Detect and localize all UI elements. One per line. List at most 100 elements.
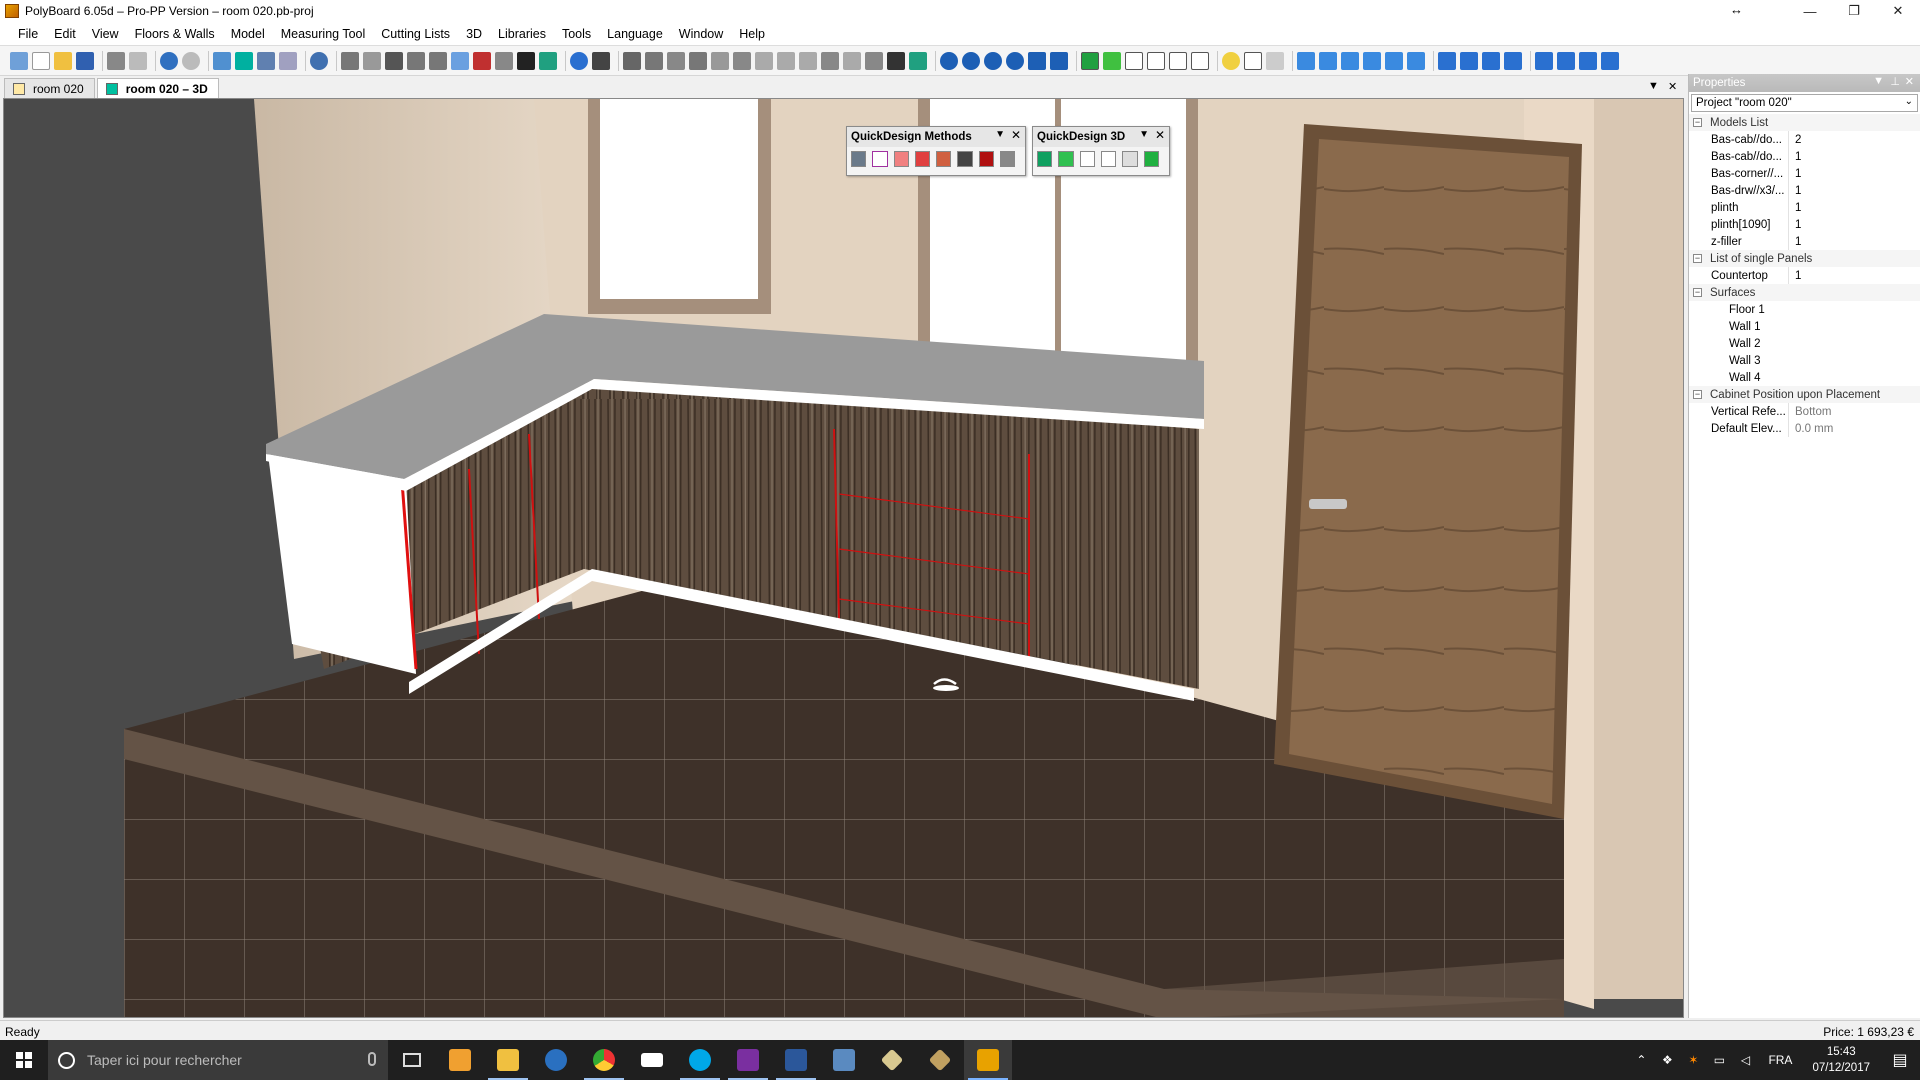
taskbar-app-explorer[interactable] [484, 1040, 532, 1080]
new-file-icon[interactable] [32, 51, 50, 70]
delete-icon[interactable] [957, 151, 973, 167]
arrow-right-icon[interactable] [865, 51, 883, 70]
restore-button[interactable]: ❐ [1832, 0, 1876, 22]
shelves-icon[interactable] [893, 151, 909, 167]
taskbar-app-video[interactable] [436, 1040, 484, 1080]
iso-view-8-icon[interactable] [1601, 51, 1619, 70]
collapse-icon[interactable]: − [1693, 390, 1702, 399]
iso-view-4-icon[interactable] [1504, 51, 1522, 70]
render-solid-icon[interactable] [1081, 51, 1099, 70]
print-icon[interactable] [107, 51, 125, 70]
collapse-icon[interactable]: − [1693, 254, 1702, 263]
taskbar-app-onenote[interactable] [724, 1040, 772, 1080]
3d-highlight-icon[interactable] [1143, 151, 1159, 167]
chevron-down-icon[interactable]: ▼ [995, 129, 1005, 140]
frame-icon[interactable] [711, 51, 729, 70]
undo-icon[interactable] [160, 51, 178, 70]
menu-file[interactable]: File [10, 27, 46, 41]
taskbar-app-mail[interactable] [628, 1040, 676, 1080]
box-icon[interactable] [733, 51, 751, 70]
menu-cutting-lists[interactable]: Cutting Lists [373, 27, 458, 41]
surface-item[interactable]: Wall 3 [1689, 352, 1920, 369]
stack-icon[interactable] [887, 51, 905, 70]
close-button[interactable]: ✕ [1876, 0, 1920, 22]
menu-measuring-tool[interactable]: Measuring Tool [273, 27, 374, 41]
taskbar-app-window[interactable] [820, 1040, 868, 1080]
property-row[interactable]: plinth[1090] 1 [1689, 216, 1920, 233]
drawers-icon[interactable] [914, 151, 930, 167]
iso-view-7-icon[interactable] [1579, 51, 1597, 70]
menu-libraries[interactable]: Libraries [490, 27, 554, 41]
property-row[interactable]: z-filler 1 [1689, 233, 1920, 250]
auto-view-icon[interactable] [1028, 51, 1046, 70]
info-icon[interactable] [310, 51, 328, 70]
taskbar-app-chrome[interactable] [580, 1040, 628, 1080]
zoom-icon[interactable] [1006, 51, 1024, 70]
category-surfaces[interactable]: − Surfaces [1689, 284, 1920, 301]
3d-viewport[interactable] [3, 98, 1684, 1018]
view-3d-icon[interactable] [235, 51, 253, 70]
property-row[interactable]: Bas-corner//... 1 [1689, 165, 1920, 182]
surface-item[interactable]: Wall 2 [1689, 335, 1920, 352]
menu-window[interactable]: Window [671, 27, 731, 41]
category-models-list[interactable]: − Models List [1689, 114, 1920, 131]
open-wire-icon[interactable] [1191, 51, 1209, 70]
notification-center-icon[interactable]: ▤ [1880, 1040, 1920, 1080]
category-cabinet-position[interactable]: − Cabinet Position upon Placement [1689, 386, 1920, 403]
shelf-icon[interactable] [623, 51, 641, 70]
menu-help[interactable]: Help [731, 27, 773, 41]
tab-room-020[interactable]: room 020 [4, 78, 95, 98]
parallelogram-icon[interactable] [843, 51, 861, 70]
3d-green-icon[interactable] [1058, 151, 1074, 167]
copy-icon[interactable] [1244, 51, 1262, 70]
menu-model[interactable]: Model [223, 27, 273, 41]
iso-view-2-icon[interactable] [1460, 51, 1478, 70]
box-wire-icon[interactable] [1147, 51, 1165, 70]
list-settings-icon[interactable] [999, 151, 1015, 167]
table-icon[interactable] [385, 51, 403, 70]
redo-icon[interactable] [182, 51, 200, 70]
menu-language[interactable]: Language [599, 27, 671, 41]
view-top-icon[interactable] [1385, 51, 1403, 70]
lightbulb-icon[interactable] [1222, 51, 1240, 70]
project-select[interactable]: Project "room 020" ⌄ [1691, 94, 1918, 112]
door-grey-icon[interactable] [1266, 51, 1284, 70]
iso-view-1-icon[interactable] [1438, 51, 1456, 70]
door-wire-icon[interactable] [1169, 51, 1187, 70]
door-single-icon[interactable] [667, 51, 685, 70]
view-left-icon[interactable] [1341, 51, 1359, 70]
wireframe-icon[interactable] [1125, 51, 1143, 70]
properties-icon[interactable] [213, 51, 231, 70]
cabinet-outline-icon[interactable] [872, 151, 888, 167]
drawer-icon[interactable] [689, 51, 707, 70]
tab-room-020-3d[interactable]: room 020 – 3D [96, 78, 219, 98]
panel-icon[interactable] [363, 51, 381, 70]
new-project-icon[interactable] [10, 51, 28, 70]
shape-icon[interactable] [755, 51, 773, 70]
3d-wire-icon[interactable] [1079, 151, 1095, 167]
red-cabinet-icon[interactable] [978, 151, 994, 167]
start-button[interactable] [0, 1040, 48, 1080]
tools-icon[interactable] [851, 151, 867, 167]
height-arrows-icon[interactable] [429, 51, 447, 70]
view-back-icon[interactable] [1319, 51, 1337, 70]
arrow-forward-icon[interactable] [495, 51, 513, 70]
taskbar-search[interactable]: Taper ici pour rechercher [48, 1040, 388, 1080]
3d-box-icon[interactable] [1100, 151, 1117, 167]
triangle-icon[interactable] [799, 51, 817, 70]
chevron-down-icon[interactable]: ▼ [1139, 129, 1149, 140]
lines-icon[interactable] [592, 51, 610, 70]
property-row[interactable]: Vertical Refe... Bottom [1689, 403, 1920, 420]
microphone-icon[interactable] [368, 1052, 376, 1066]
app-tray-icon[interactable]: ✶ [1685, 1052, 1701, 1068]
property-row[interactable]: Bas-cab//do... 1 [1689, 148, 1920, 165]
collapse-icon[interactable]: − [1693, 288, 1702, 297]
menu-floors-walls[interactable]: Floors & Walls [127, 27, 223, 41]
divider-icon[interactable] [645, 51, 663, 70]
dimensions-icon[interactable] [936, 151, 952, 167]
clock[interactable]: 15:43 07/12/2017 [1812, 1044, 1870, 1076]
layers-icon[interactable] [279, 51, 297, 70]
camera-icon[interactable] [1050, 51, 1068, 70]
surface-item[interactable]: Wall 1 [1689, 318, 1920, 335]
measure-icon[interactable] [451, 51, 469, 70]
